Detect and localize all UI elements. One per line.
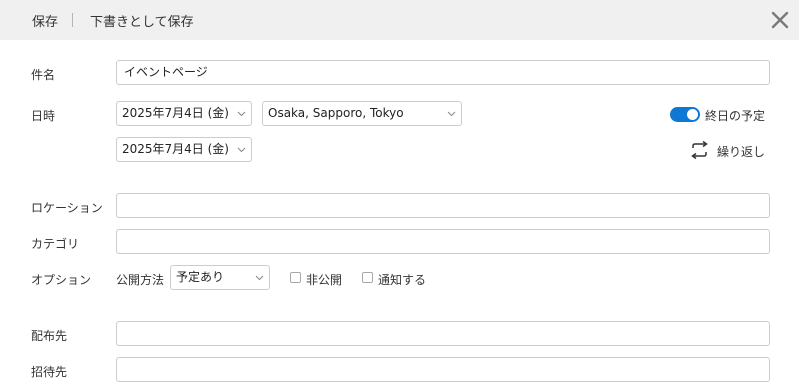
repeat-icon[interactable]: [689, 141, 710, 160]
visibility-label: 公開方法: [116, 273, 165, 287]
chevron-down-icon: [447, 111, 456, 117]
notify-checkbox[interactable]: [362, 272, 373, 283]
allday-toggle[interactable]: [670, 107, 700, 122]
distribution-input[interactable]: [116, 321, 770, 346]
notify-label: 通知する: [378, 273, 427, 287]
repeat-link[interactable]: 繰り返し: [717, 143, 765, 160]
start-date-select[interactable]: 2025年7月4日 (金): [116, 101, 252, 126]
category-input[interactable]: [116, 229, 770, 254]
category-label: カテゴリ: [31, 237, 80, 251]
timezone-select[interactable]: Osaka, Sapporo, Tokyo: [262, 101, 462, 126]
distribution-label: 配布先: [31, 329, 68, 343]
save-button[interactable]: 保存: [32, 11, 58, 30]
end-date-select[interactable]: 2025年7月4日 (金): [116, 137, 252, 162]
visibility-select[interactable]: 予定あり: [170, 265, 270, 290]
close-icon[interactable]: [770, 10, 790, 30]
private-label: 非公開: [306, 273, 343, 287]
start-date-value: 2025年7月4日 (金): [122, 106, 229, 120]
title-input[interactable]: イベントページ: [116, 60, 770, 85]
end-date-value: 2025年7月4日 (金): [122, 142, 229, 156]
chevron-down-icon: [237, 111, 246, 117]
visibility-value: 予定あり: [176, 270, 225, 284]
chevron-down-icon: [237, 147, 246, 153]
location-label: ロケーション: [31, 201, 103, 215]
toolbar: 保存 下書きとして保存: [0, 0, 799, 40]
location-input[interactable]: [116, 193, 770, 218]
invitees-label: 招待先: [31, 365, 68, 379]
title-label: 件名: [31, 68, 56, 82]
timezone-value: Osaka, Sapporo, Tokyo: [268, 106, 404, 120]
options-label: オプション: [31, 273, 92, 287]
toggle-knob: [687, 109, 698, 120]
private-checkbox[interactable]: [290, 272, 301, 283]
allday-label: 終日の予定: [705, 109, 766, 123]
invitees-input[interactable]: [116, 357, 770, 382]
datetime-label: 日時: [31, 109, 56, 123]
toolbar-divider: [72, 13, 73, 27]
save-draft-button[interactable]: 下書きとして保存: [90, 11, 194, 30]
chevron-down-icon: [255, 275, 264, 281]
